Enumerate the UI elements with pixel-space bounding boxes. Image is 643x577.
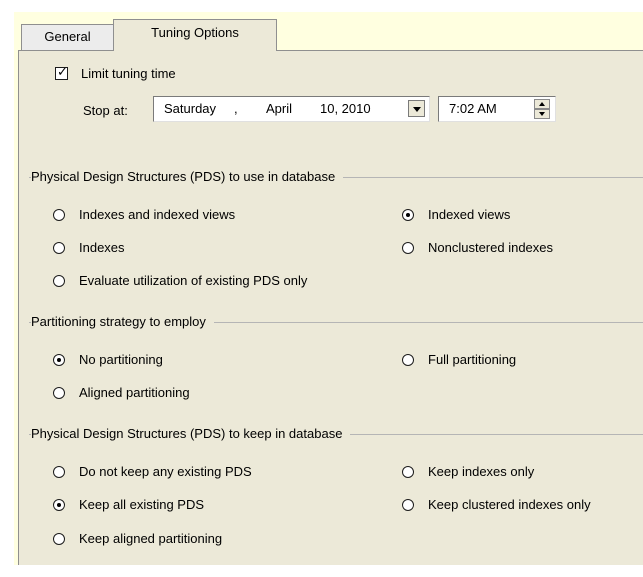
radio-do-not-keep-pds[interactable] [53, 466, 65, 478]
radio-label-aligned-partitioning: Aligned partitioning [79, 385, 190, 400]
radio-keep-clustered-indexes-only[interactable] [402, 499, 414, 511]
date-separator: , [234, 101, 238, 116]
tab-general[interactable]: General [21, 24, 114, 51]
checkmark-icon: ✓ [57, 64, 68, 79]
radio-label-keep-indexes-only: Keep indexes only [428, 464, 535, 479]
stop-at-label: Stop at: [83, 103, 128, 118]
spin-down-icon[interactable] [534, 109, 550, 119]
radio-label-keep-aligned-partitioning: Keep aligned partitioning [79, 531, 223, 546]
time-spinner[interactable] [534, 99, 550, 119]
radio-label-evaluate-existing-pds: Evaluate utilization of existing PDS onl… [79, 273, 308, 288]
radio-label-keep-all-existing-pds: Keep all existing PDS [79, 497, 205, 512]
radio-label-indexed-views: Indexed views [428, 207, 511, 222]
radio-label-indexes-and-indexed-views: Indexes and indexed views [79, 207, 236, 222]
pds-keep-title: Physical Design Structures (PDS) to keep… [31, 426, 351, 441]
date-daynum-year: 10, 2010 [320, 101, 371, 116]
stop-time-field[interactable]: 7:02 AM [438, 96, 556, 122]
time-value: 7:02 AM [449, 101, 497, 116]
radio-label-nonclustered-indexes: Nonclustered indexes [428, 240, 554, 255]
radio-keep-indexes-only[interactable] [402, 466, 414, 478]
date-month: April [266, 101, 293, 116]
radio-keep-all-existing-pds[interactable] [53, 499, 65, 511]
stop-date-picker[interactable]: Saturday , April 10, 2010 [153, 96, 430, 122]
limit-tuning-time-checkbox[interactable]: ✓ [55, 64, 68, 80]
tab-tuning-options[interactable]: Tuning Options [113, 19, 277, 51]
date-day: Saturday [164, 101, 217, 116]
limit-tuning-time-label: Limit tuning time [81, 66, 176, 81]
radio-indexes-and-indexed-views[interactable] [53, 209, 65, 221]
spin-up-icon[interactable] [534, 99, 550, 109]
partitioning-title: Partitioning strategy to employ [31, 314, 214, 329]
radio-evaluate-existing-pds[interactable] [53, 275, 65, 287]
radio-indexes[interactable] [53, 242, 65, 254]
radio-full-partitioning[interactable] [402, 354, 414, 366]
tuning-options-window: General Tuning Options ✓ Limit tuning ti… [14, 12, 643, 565]
radio-no-partitioning[interactable] [53, 354, 65, 366]
chevron-down-icon[interactable] [408, 100, 425, 117]
radio-indexed-views[interactable] [402, 209, 414, 221]
tab-strip: General Tuning Options [14, 12, 643, 51]
radio-label-full-partitioning: Full partitioning [428, 352, 517, 367]
pds-use-title: Physical Design Structures (PDS) to use … [31, 169, 344, 184]
radio-keep-aligned-partitioning[interactable] [53, 533, 65, 545]
radio-aligned-partitioning[interactable] [53, 387, 65, 399]
tuning-options-panel: ✓ Limit tuning time Stop at: Saturday , … [18, 50, 643, 565]
radio-nonclustered-indexes[interactable] [402, 242, 414, 254]
radio-label-no-partitioning: No partitioning [79, 352, 163, 367]
radio-label-indexes: Indexes [79, 240, 125, 255]
radio-label-keep-clustered-indexes-only: Keep clustered indexes only [428, 497, 591, 512]
radio-label-do-not-keep-pds: Do not keep any existing PDS [79, 464, 252, 479]
